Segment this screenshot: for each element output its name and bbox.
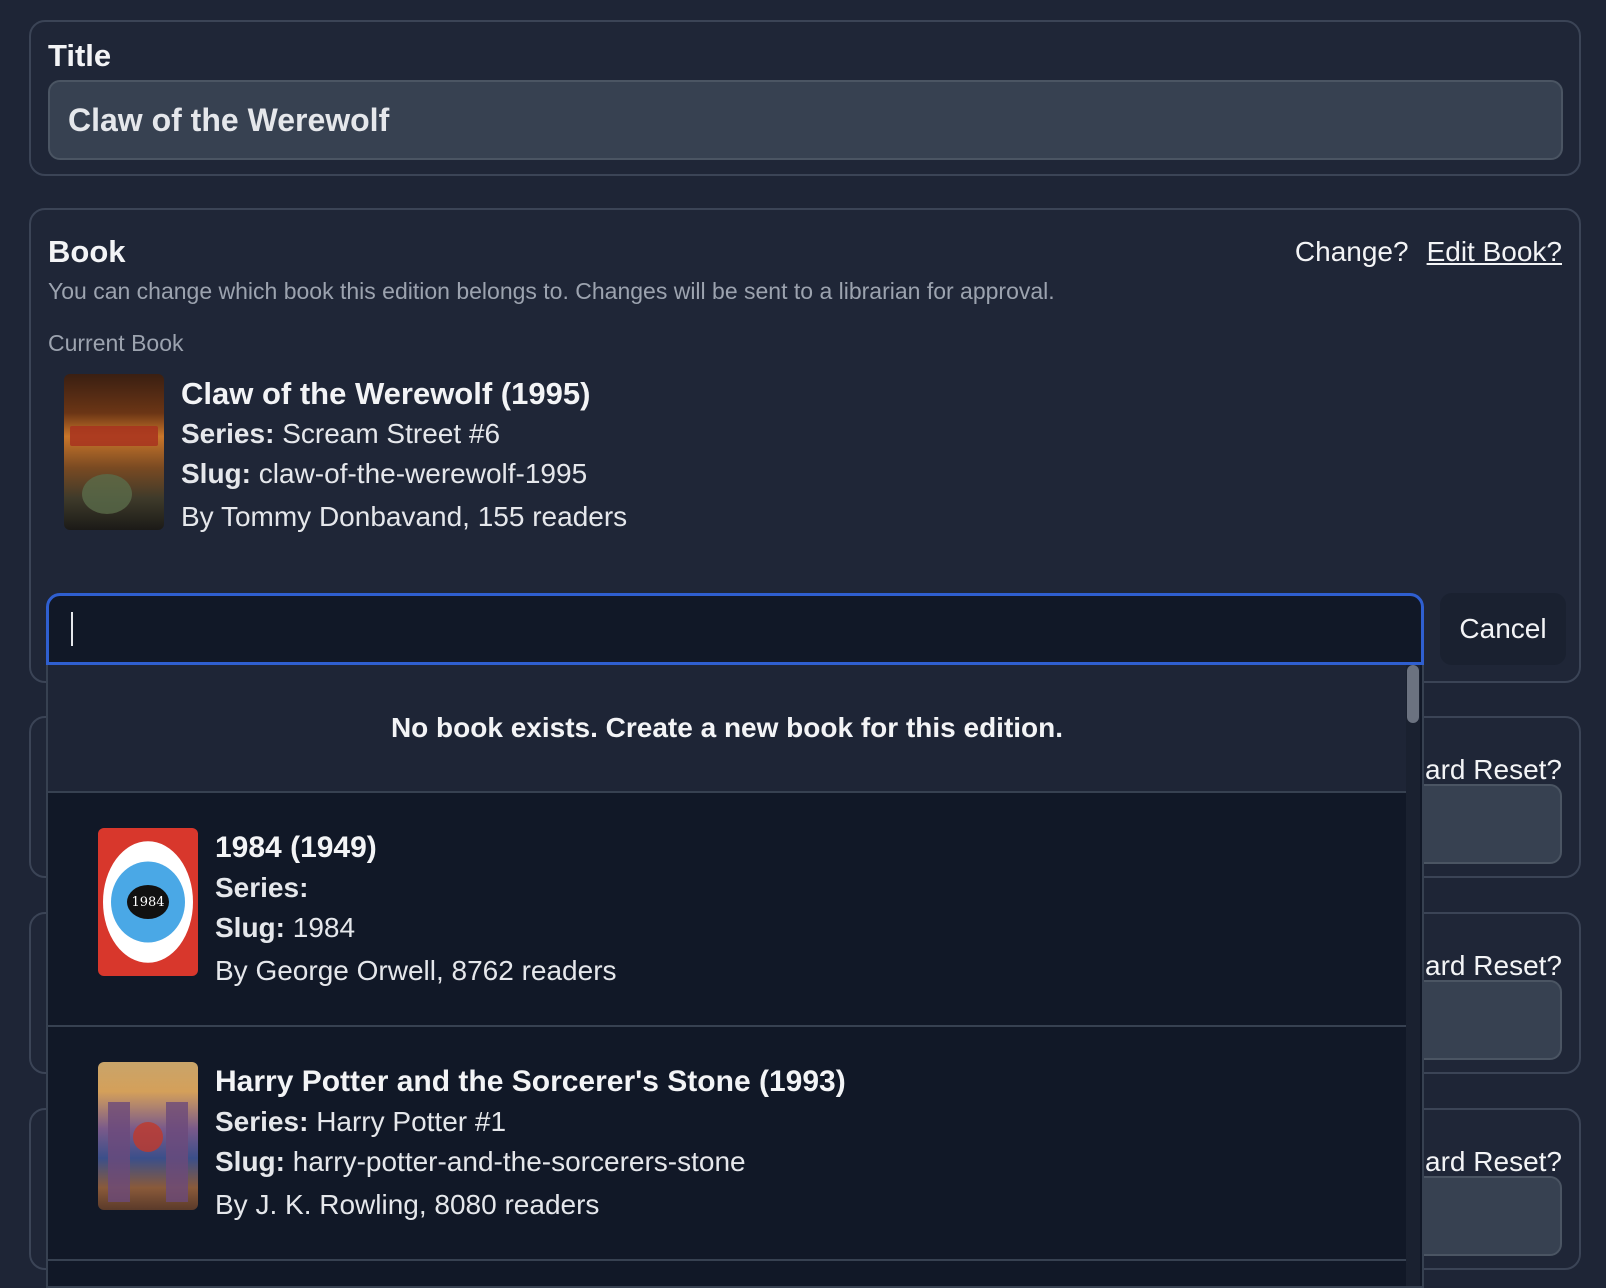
text-caret (71, 612, 73, 646)
search-result-item[interactable]: Harry Potter and the Sorcerer's Stone (1… (48, 1027, 1406, 1261)
search-results-dropdown: No book exists. Create a new book for th… (46, 665, 1424, 1288)
current-book-slug: Slug: claw-of-the-werewolf-1995 (181, 458, 588, 489)
current-book: Claw of the Werewolf (1995) Series: Scre… (64, 374, 627, 540)
book-description: You can change which book this edition b… (48, 278, 1055, 304)
current-book-label: Current Book (48, 330, 184, 356)
edit-book-link[interactable]: Edit Book? (1427, 236, 1562, 268)
result-byline: By J. K. Rowling, 8080 readers (215, 1189, 600, 1220)
book-cover-image (64, 374, 164, 530)
result-title: 1984 (1949) (215, 831, 377, 864)
book-heading: Book (48, 234, 126, 269)
result-byline: By George Orwell, 8762 readers (215, 955, 617, 986)
cancel-button[interactable]: Cancel (1440, 593, 1566, 665)
result-slug: Slug: harry-potter-and-the-sorcerers-sto… (215, 1146, 746, 1177)
change-book-button[interactable]: Change? (1295, 236, 1409, 268)
title-input[interactable]: Claw of the Werewolf (48, 80, 1563, 160)
current-book-byline: By Tommy Donbavand, 155 readers (181, 501, 628, 532)
hard-reset-link[interactable]: ard Reset? (1425, 950, 1562, 982)
dropdown-scrollbar[interactable] (1406, 665, 1420, 1286)
title-card: Title Claw of the Werewolf (29, 20, 1581, 176)
result-slug: Slug: 1984 (215, 912, 356, 943)
result-series: Series: Harry Potter #1 (215, 1106, 507, 1137)
title-label: Title (48, 38, 112, 73)
result-title: Harry Potter and the Sorcerer's Stone (1… (215, 1065, 846, 1098)
book-actions: Change? Edit Book? (1295, 236, 1562, 268)
hard-reset-link[interactable]: ard Reset? (1425, 754, 1562, 786)
result-series: Series: (215, 872, 309, 903)
book-search-input[interactable] (46, 593, 1424, 665)
search-result-item[interactable]: 1984 1984 (1949) Series: Slug: 1984 By G… (48, 793, 1406, 1027)
create-new-book-option[interactable]: No book exists. Create a new book for th… (48, 665, 1406, 793)
book-cover-image: 1984 (98, 828, 198, 976)
current-book-title: Claw of the Werewolf (1995) (181, 376, 591, 411)
scrollbar-thumb[interactable] (1407, 665, 1419, 723)
hard-reset-link[interactable]: ard Reset? (1425, 1146, 1562, 1178)
book-cover-image (98, 1062, 198, 1210)
current-book-series: Series: Scream Street #6 (181, 418, 501, 449)
